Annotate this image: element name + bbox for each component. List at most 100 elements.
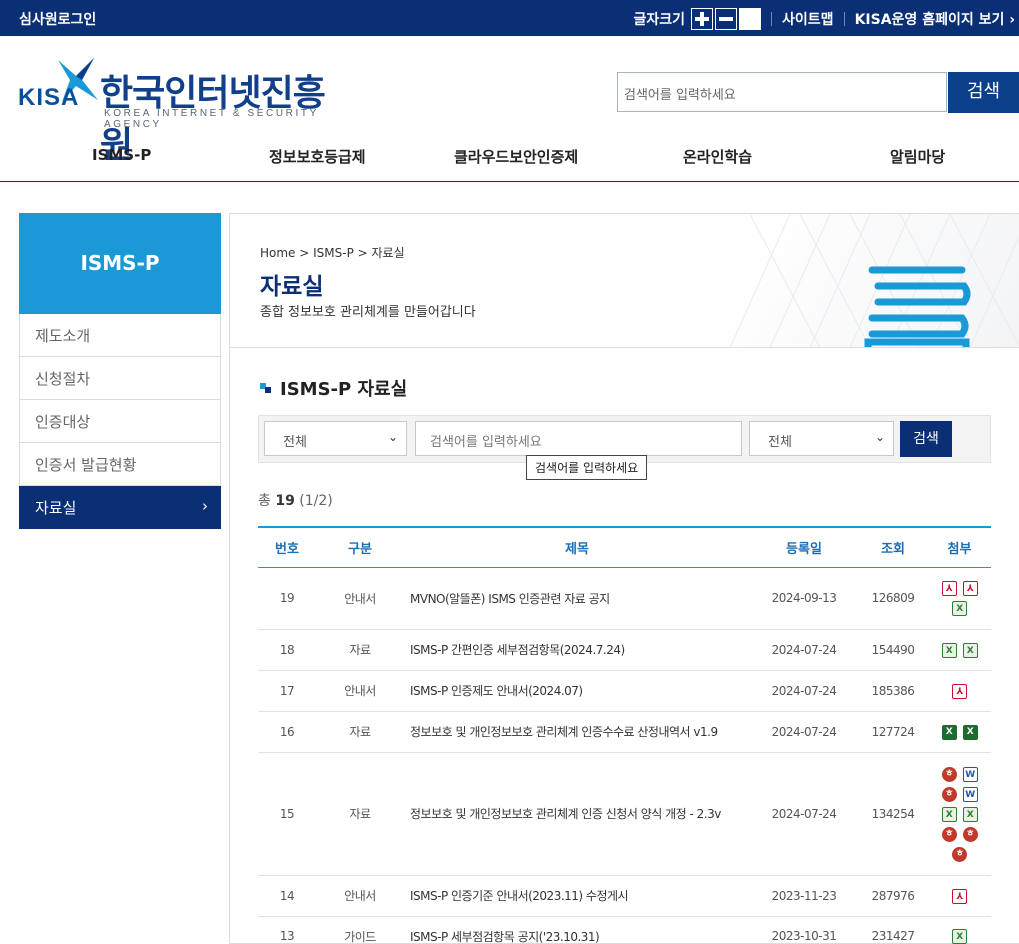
row-views: 287976	[858, 875, 928, 917]
table-row[interactable]: 19 안내서 MVNO(알뜰폰) ISMS 인증관련 자료 공지 2024-09-13…	[258, 567, 991, 630]
section-title: ISMS-P 자료실	[260, 375, 407, 401]
main-content: Home > ISMS-P > 자료실 자료실 종합 정보보호 관리체계를 만들…	[229, 213, 1019, 944]
table-header-row: 번호 구분 제목 등록일 조회 첨부	[258, 526, 991, 568]
examiner-login-link[interactable]: 심사원로그인	[19, 9, 96, 29]
gnb-item-notice[interactable]: 알림마당	[890, 146, 945, 167]
side-item-procedure[interactable]: 신청절차	[19, 357, 221, 400]
gnb-item-isms-p[interactable]: ISMS-P	[92, 146, 151, 164]
row-type: 안내서	[316, 567, 404, 630]
section-bullet-icon	[260, 383, 272, 393]
row-date: 2024-07-24	[750, 670, 858, 712]
row-type: 자료	[316, 711, 404, 753]
row-type: 자료	[316, 752, 404, 876]
row-title-link[interactable]: ISMS-P 인증기준 안내서(2023.11) 수정게시	[404, 875, 750, 917]
page-title: 자료실	[260, 274, 324, 300]
sitemap-link[interactable]: 사이트맵	[782, 9, 834, 29]
keyword-input[interactable]: 검색어를 입력하세요	[415, 421, 742, 456]
row-attachments: ⅄ ⅄ X	[928, 567, 991, 630]
gnb-item-cloud-security[interactable]: 클라우드보안인증제	[454, 146, 578, 167]
excel-icon[interactable]: X	[941, 807, 957, 822]
font-increase-button[interactable]	[691, 8, 714, 30]
row-attachments: X	[928, 916, 991, 944]
total-count: 총 19 (1/2)	[258, 490, 333, 510]
row-title-link[interactable]: MVNO(알뜰폰) ISMS 인증관련 자료 공지	[404, 567, 750, 630]
total-prefix: 총	[258, 493, 271, 509]
font-decrease-button[interactable]	[715, 8, 738, 30]
gnb-item-online-learning[interactable]: 온라인학습	[683, 146, 752, 167]
row-views: 127724	[858, 711, 928, 753]
excel-icon[interactable]: X	[941, 725, 957, 740]
site-search-button[interactable]: 검색	[948, 72, 1019, 113]
table-row[interactable]: 18 자료 ISMS-P 간편인증 세부점검항목(2024.7.24) 2024-07…	[258, 629, 991, 671]
utility-links: 글자크기 사이트맵 KISA운영 홈페이지 보기 ›	[634, 8, 1015, 30]
row-number: 19	[258, 567, 316, 630]
side-nav-title: ISMS-P	[19, 213, 221, 314]
attachment-group: ⅄	[938, 888, 982, 904]
row-date: 2024-07-24	[750, 629, 858, 671]
side-item-target[interactable]: 인증대상	[19, 400, 221, 443]
kisa-logo[interactable]: KISA 한국인터넷진흥원 KOREA INTERNET & SECURITY …	[18, 56, 348, 166]
hwp-icon[interactable]: ㅎ	[941, 767, 957, 782]
side-item-certificates[interactable]: 인증서 발급현황	[19, 443, 221, 486]
row-title-link[interactable]: ISMS-P 세부점검항목 공지('23.10.31)	[404, 916, 750, 944]
filter-search-button[interactable]: 검색	[900, 421, 952, 457]
row-title-link[interactable]: ISMS-P 간편인증 세부점검항목(2024.7.24)	[404, 629, 750, 671]
hwp-icon[interactable]: ㅎ	[962, 827, 978, 842]
gnb-item-security-grade[interactable]: 정보보호등급제	[269, 146, 366, 167]
word-icon[interactable]: W	[962, 767, 978, 782]
pdf-icon[interactable]: ⅄	[952, 888, 967, 904]
hwp-icon[interactable]: ㅎ	[952, 847, 967, 862]
row-number: 13	[258, 916, 316, 944]
side-item-library[interactable]: 자료실 ›	[19, 486, 221, 529]
table-row[interactable]: 15 자료 정보보호 및 개인정보보호 관리체계 인증 신청서 양식 개정 - 2.…	[258, 752, 991, 876]
col-attachments: 첨부	[928, 526, 991, 568]
kisa-home-link[interactable]: KISA운영 홈페이지 보기 ›	[855, 9, 1015, 29]
divider	[843, 12, 845, 26]
side-item-intro[interactable]: 제도소개	[19, 314, 221, 357]
row-title-link[interactable]: ISMS-P 인증제도 안내서(2024.07)	[404, 670, 750, 712]
row-title-link[interactable]: 정보보호 및 개인정보보호 관리체계 인증 신청서 양식 개정 - 2.3v	[404, 752, 750, 876]
excel-icon[interactable]: X	[952, 929, 967, 944]
main-navigation: ISMS-P 정보보호등급제 클라우드보안인증제 온라인학습 알림마당	[0, 136, 1019, 182]
font-reset-button[interactable]	[739, 8, 762, 30]
row-views: 231427	[858, 916, 928, 944]
field-select[interactable]: 전체 ⌄	[749, 421, 894, 456]
page-header: Home > ISMS-P > 자료실 자료실 종합 정보보호 관리체계를 만들…	[230, 214, 1019, 348]
table-row[interactable]: 13 가이드 ISMS-P 세부점검항목 공지('23.10.31) 2023-10-…	[258, 916, 991, 944]
library-table: 번호 구분 제목 등록일 조회 첨부 19 안내서 MVNO(알뜰폰) ISMS 인…	[258, 526, 991, 944]
excel-icon[interactable]: X	[962, 807, 978, 822]
page-description: 종합 정보보호 관리체계를 만들어갑니다	[260, 305, 476, 320]
row-number: 14	[258, 875, 316, 917]
font-size-label: 글자크기	[633, 12, 686, 28]
row-title-link[interactable]: 정보보호 및 개인정보보호 관리체계 인증수수료 산정내역서 v1.9	[404, 711, 750, 753]
pdf-icon[interactable]: ⅄	[941, 581, 957, 596]
excel-icon[interactable]: X	[962, 642, 978, 658]
category-select[interactable]: 전체 ⌄	[264, 421, 407, 456]
site-search-input[interactable]: 검색어를 입력하세요	[617, 72, 947, 112]
excel-icon[interactable]: X	[962, 725, 978, 740]
input-tooltip: 검색어를 입력하세요	[526, 455, 648, 480]
table-row[interactable]: 14 안내서 ISMS-P 인증기준 안내서(2023.11) 수정게시 2023-1…	[258, 875, 991, 917]
excel-icon[interactable]: X	[941, 642, 957, 658]
attachment-group: ⅄ ⅄ X	[938, 581, 982, 616]
word-icon[interactable]: W	[962, 787, 978, 802]
excel-icon[interactable]: X	[952, 601, 967, 616]
row-type: 자료	[316, 629, 404, 671]
col-title: 제목	[404, 526, 750, 568]
col-number: 번호	[258, 526, 316, 568]
pdf-icon[interactable]: ⅄	[952, 683, 967, 699]
row-date: 2023-10-31	[750, 916, 858, 944]
row-type: 안내서	[316, 670, 404, 712]
row-date: 2024-07-24	[750, 752, 858, 876]
side-navigation: ISMS-P 제도소개 신청절차 인증대상 인증서 발급현황 자료실 ›	[19, 213, 221, 529]
table-row[interactable]: 16 자료 정보보호 및 개인정보보호 관리체계 인증수수료 산정내역서 v1.9 2…	[258, 711, 991, 753]
row-number: 16	[258, 711, 316, 753]
hwp-icon[interactable]: ㅎ	[941, 827, 957, 842]
plus-icon	[695, 12, 710, 26]
minus-icon	[719, 17, 734, 21]
hwp-icon[interactable]: ㅎ	[941, 787, 957, 802]
table-row[interactable]: 17 안내서 ISMS-P 인증제도 안내서(2024.07) 2024-07-24 1…	[258, 670, 991, 712]
pdf-icon[interactable]: ⅄	[962, 581, 978, 596]
row-attachments: XX	[928, 629, 991, 671]
logo-english-name: KOREA INTERNET & SECURITY AGENCY	[104, 108, 319, 130]
